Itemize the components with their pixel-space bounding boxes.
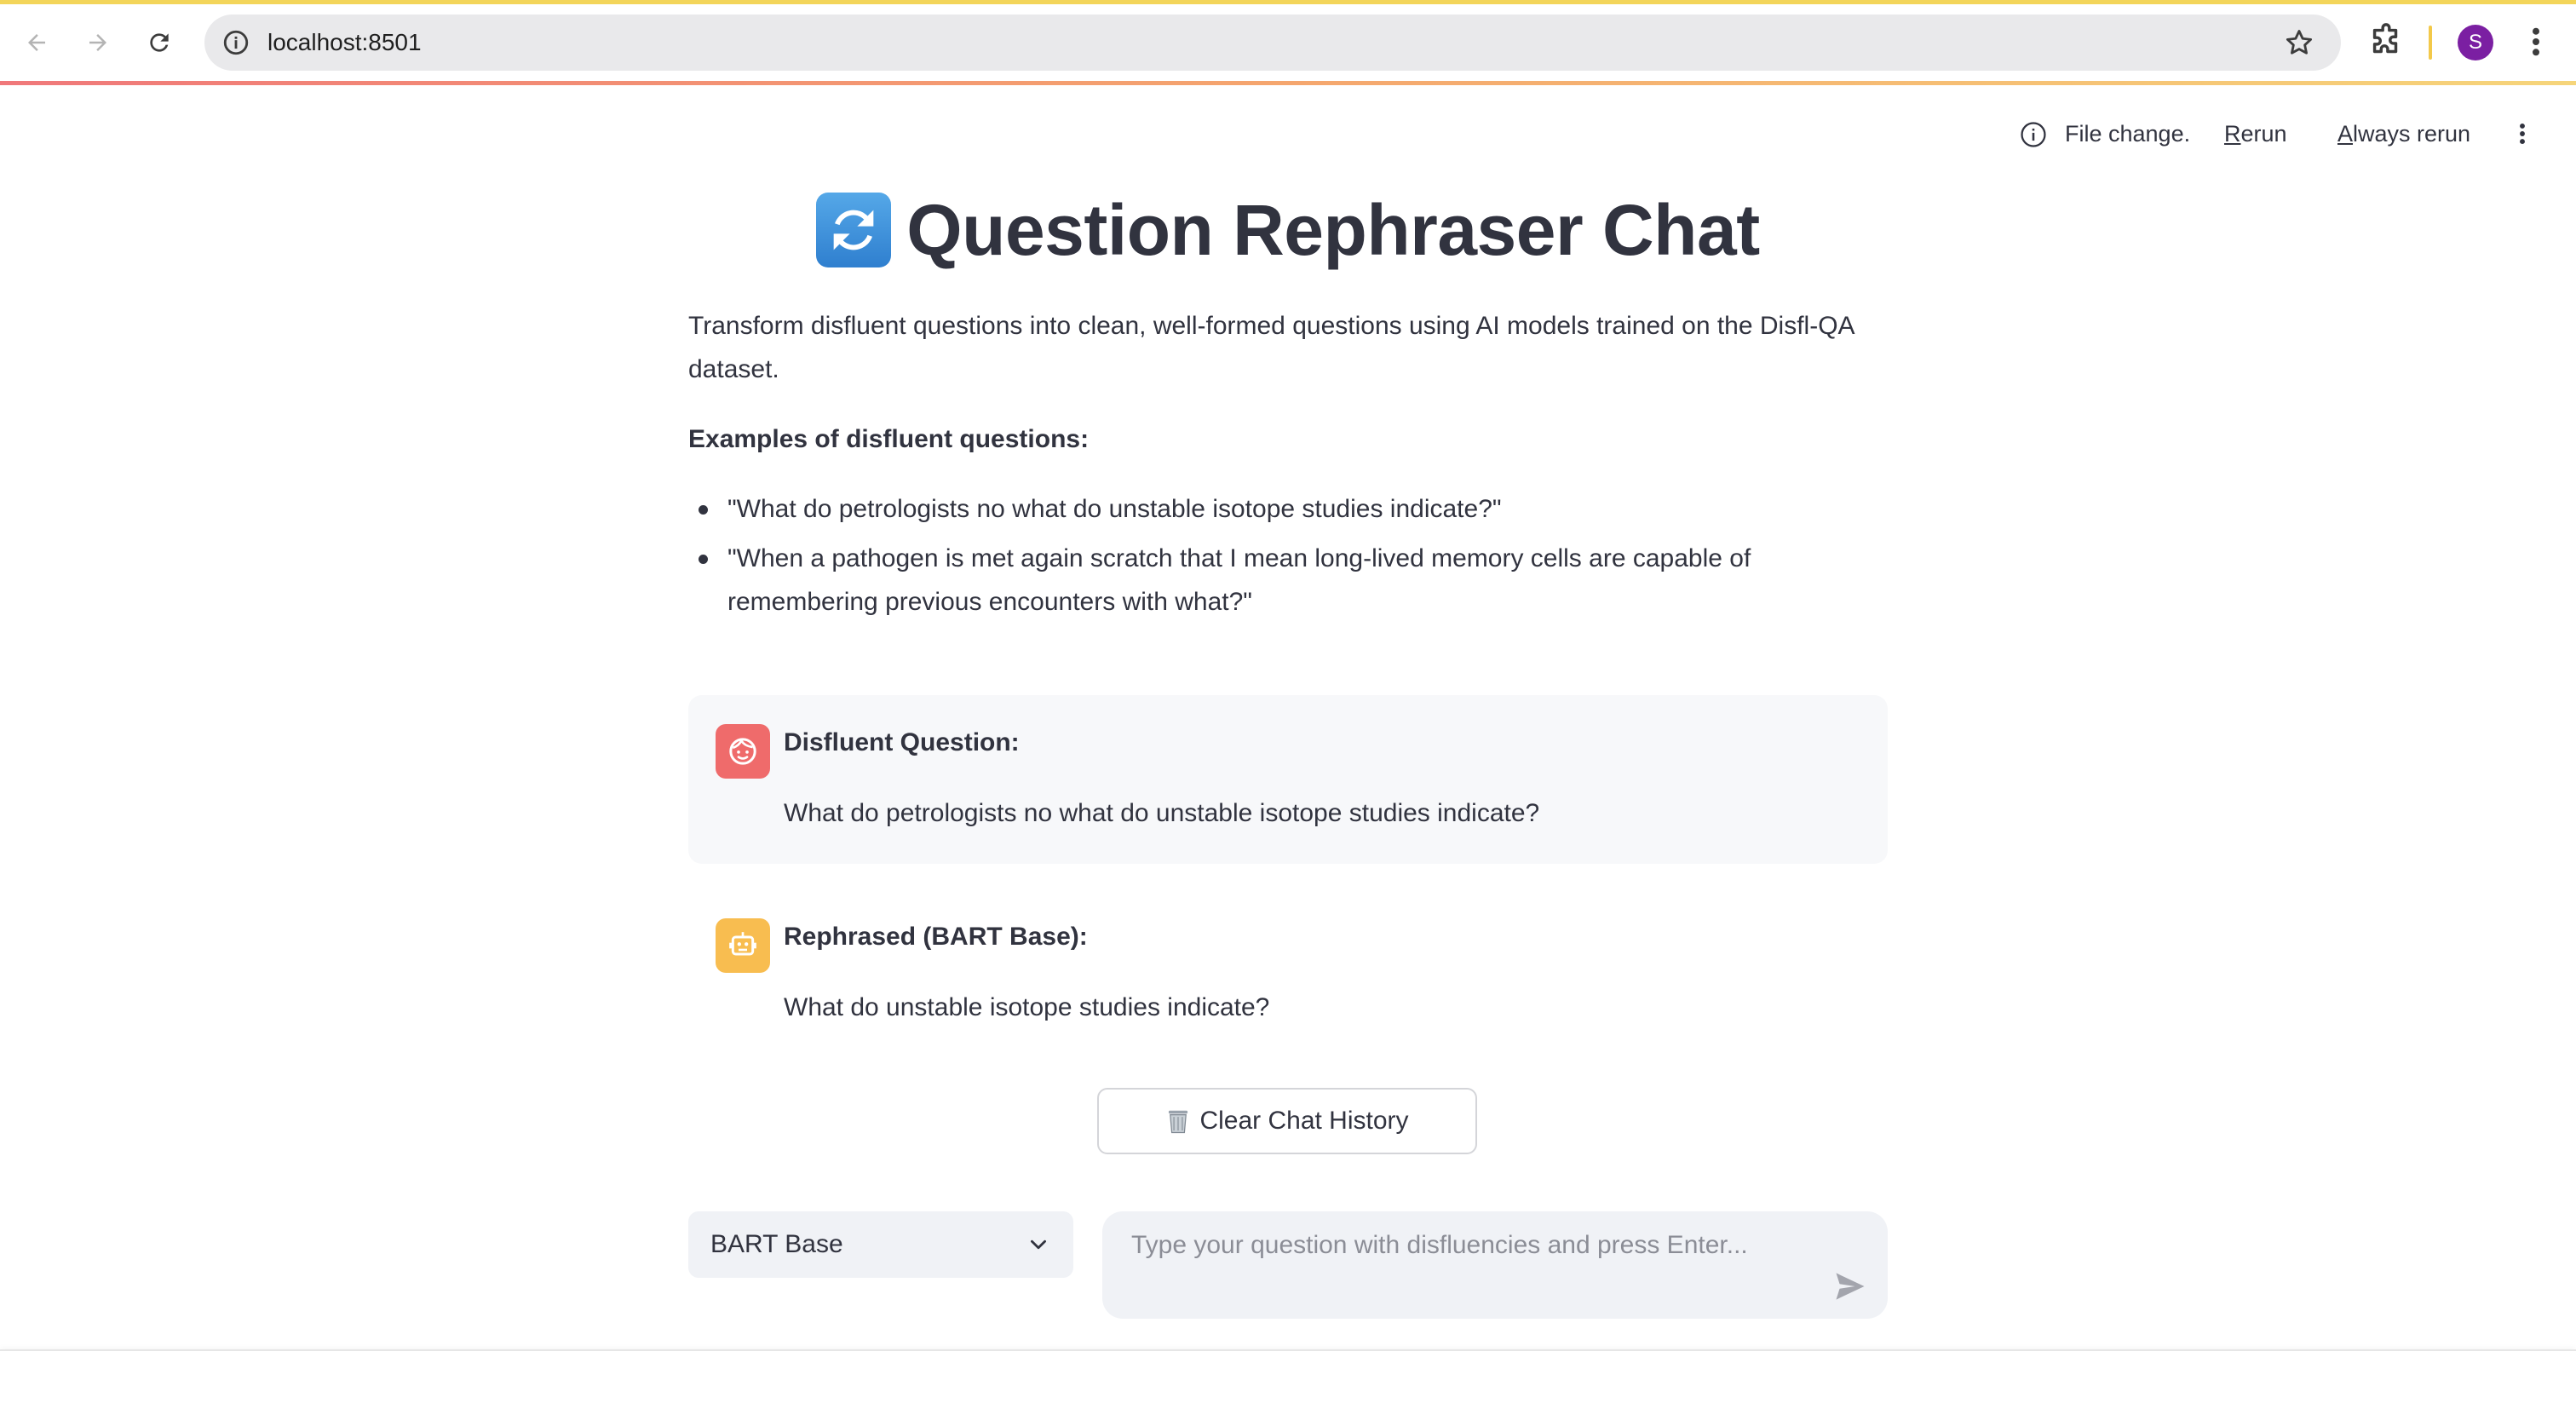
always-rerun-accesskey: A xyxy=(2337,121,2354,147)
page-title-text: Question Rephraser Chat xyxy=(906,189,1760,270)
app-description: Transform disfluent questions into clean… xyxy=(688,312,1854,383)
chat-message-user: Disfluent Question: What do petrologists… xyxy=(688,695,1888,864)
always-rerun-button[interactable]: Always rerun xyxy=(2337,111,2470,157)
rerun-button[interactable]: Rerun xyxy=(2224,111,2287,157)
browser-toolbar: localhost:8501 S xyxy=(0,0,2576,83)
list-item: "When a pathogen is met again scratch th… xyxy=(688,537,1881,624)
send-icon[interactable] xyxy=(1831,1268,1869,1305)
file-change-status: File change. xyxy=(2065,121,2191,147)
arrows-clockwise-icon xyxy=(816,193,892,267)
arrow-left-icon xyxy=(28,34,45,51)
forward-button[interactable] xyxy=(76,20,120,65)
chat-message-assistant: Rephrased (BART Base): What do unstable … xyxy=(688,891,1888,1061)
assistant-avatar xyxy=(716,918,770,973)
message-text: What do unstable isotope studies indicat… xyxy=(784,993,1270,1021)
browser-menu-icon[interactable] xyxy=(2523,22,2549,61)
rerun-label: erun xyxy=(2240,121,2287,147)
rerun-accesskey: R xyxy=(2224,121,2241,147)
profile-avatar[interactable]: S xyxy=(2458,25,2493,60)
arrow-right-icon xyxy=(89,34,106,51)
extensions-puzzle-icon[interactable] xyxy=(2366,22,2406,61)
app-menu-icon[interactable] xyxy=(2510,119,2535,148)
back-button[interactable] xyxy=(14,20,59,65)
info-circle-icon xyxy=(2021,122,2046,147)
robot-icon xyxy=(729,932,756,956)
list-item: "What do petrologists no what do unstabl… xyxy=(688,487,1881,531)
window-accent-bar xyxy=(0,0,2576,4)
clear-chat-label: Clear Chat History xyxy=(1199,1107,1409,1135)
model-select[interactable]: BART Base xyxy=(688,1211,1073,1278)
reload-button[interactable] xyxy=(137,20,181,65)
url-text[interactable]: localhost:8501 xyxy=(267,14,422,71)
page-title: Question Rephraser Chat xyxy=(688,170,1888,290)
chat-input-container xyxy=(1102,1211,1888,1319)
streamlit-header-decoration xyxy=(0,81,2576,85)
reload-icon xyxy=(150,33,169,52)
user-avatar xyxy=(716,724,770,779)
clear-chat-button[interactable]: Clear Chat History xyxy=(1097,1088,1477,1154)
message-heading: Rephrased (BART Base): xyxy=(784,923,1088,951)
examples-heading: Examples of disfluent questions: xyxy=(688,425,1090,453)
toolbar-divider xyxy=(2429,26,2432,60)
message-text: What do petrologists no what do unstable… xyxy=(784,799,1540,827)
message-heading: Disfluent Question: xyxy=(784,728,1020,756)
browser-bottom-bar xyxy=(0,1349,2576,1409)
chat-input[interactable] xyxy=(1130,1220,1797,1271)
wastebasket-icon xyxy=(1165,1107,1191,1135)
chevron-down-icon xyxy=(1031,1239,1046,1250)
examples-list: "What do petrologists no what do unstabl… xyxy=(688,487,1881,630)
always-rerun-label: lways rerun xyxy=(2353,121,2471,147)
site-info-icon[interactable] xyxy=(221,28,250,57)
address-bar[interactable]: localhost:8501 xyxy=(204,14,2341,71)
model-select-value: BART Base xyxy=(710,1230,843,1258)
smiley-face-icon xyxy=(729,738,756,765)
bookmark-star-icon[interactable] xyxy=(2283,26,2315,59)
streamlit-status-bar: File change. Rerun Always rerun xyxy=(0,111,2576,157)
